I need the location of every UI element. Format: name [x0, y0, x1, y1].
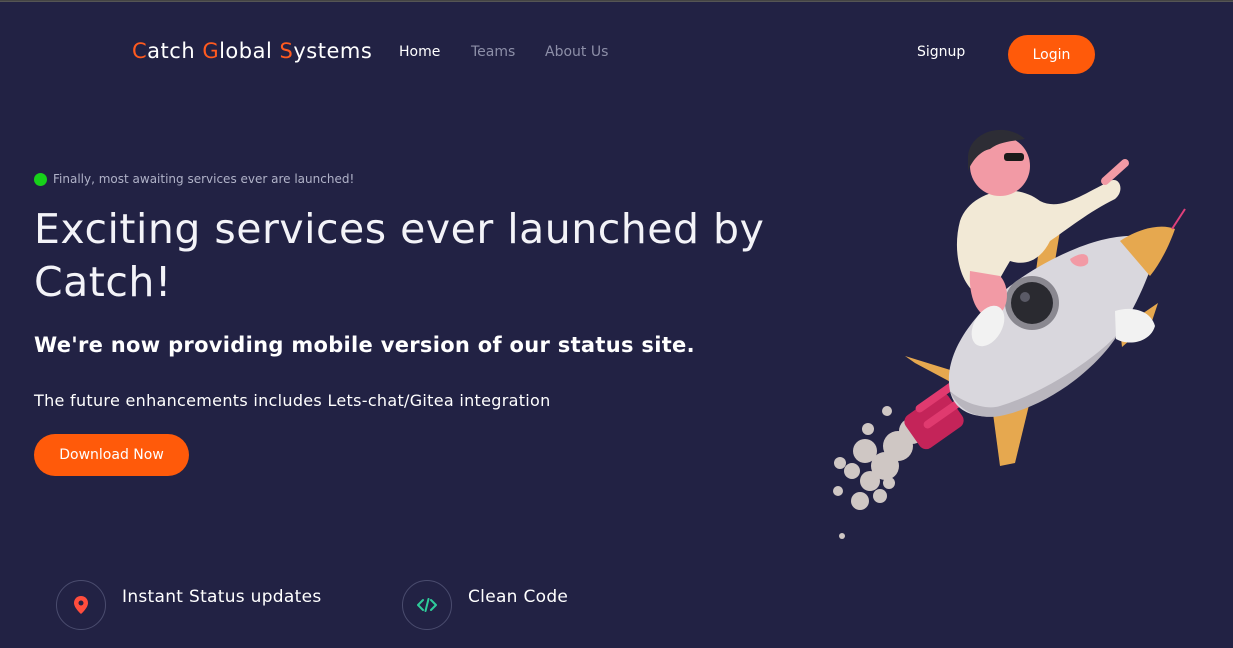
hero-subtitle-secondary: The future enhancements includes Lets-ch… [34, 391, 551, 410]
code-icon [417, 598, 437, 612]
brand-letter-c: C [132, 39, 148, 63]
brand-letter-s: S [279, 39, 294, 63]
feature-label-clean-code: Clean Code [468, 587, 569, 607]
feature-icon-circle [402, 580, 452, 630]
top-border [0, 1, 1233, 2]
feature-icon-circle [56, 580, 106, 630]
hero-subtitle: We're now providing mobile version of ou… [34, 333, 695, 357]
feature-label-status-updates: Instant Status updates [122, 587, 322, 607]
nav-link-about-us[interactable]: About Us [545, 44, 608, 60]
download-now-button[interactable]: Download Now [34, 434, 189, 476]
nav-link-home[interactable]: Home [399, 44, 440, 60]
brand-text-part: lobal [219, 39, 280, 63]
brand-text-part: atch [147, 39, 203, 63]
signup-link[interactable]: Signup [917, 44, 965, 60]
hero-title: Exciting services ever launched by Catch… [34, 205, 765, 306]
announcement-banner: Finally, most awaiting services ever are… [34, 172, 354, 186]
nav-link-teams[interactable]: Teams [471, 44, 515, 60]
login-button[interactable]: Login [1008, 35, 1095, 74]
announcement-text: Finally, most awaiting services ever are… [53, 172, 355, 186]
rocket-boy-illustration [833, 129, 1186, 539]
brand-text-part: ystems [293, 39, 373, 63]
brand-logo[interactable]: Catch Global Systems [132, 39, 372, 63]
location-pin-icon [74, 596, 88, 614]
brand-letter-g: G [202, 39, 220, 63]
status-dot-icon [34, 172, 47, 186]
